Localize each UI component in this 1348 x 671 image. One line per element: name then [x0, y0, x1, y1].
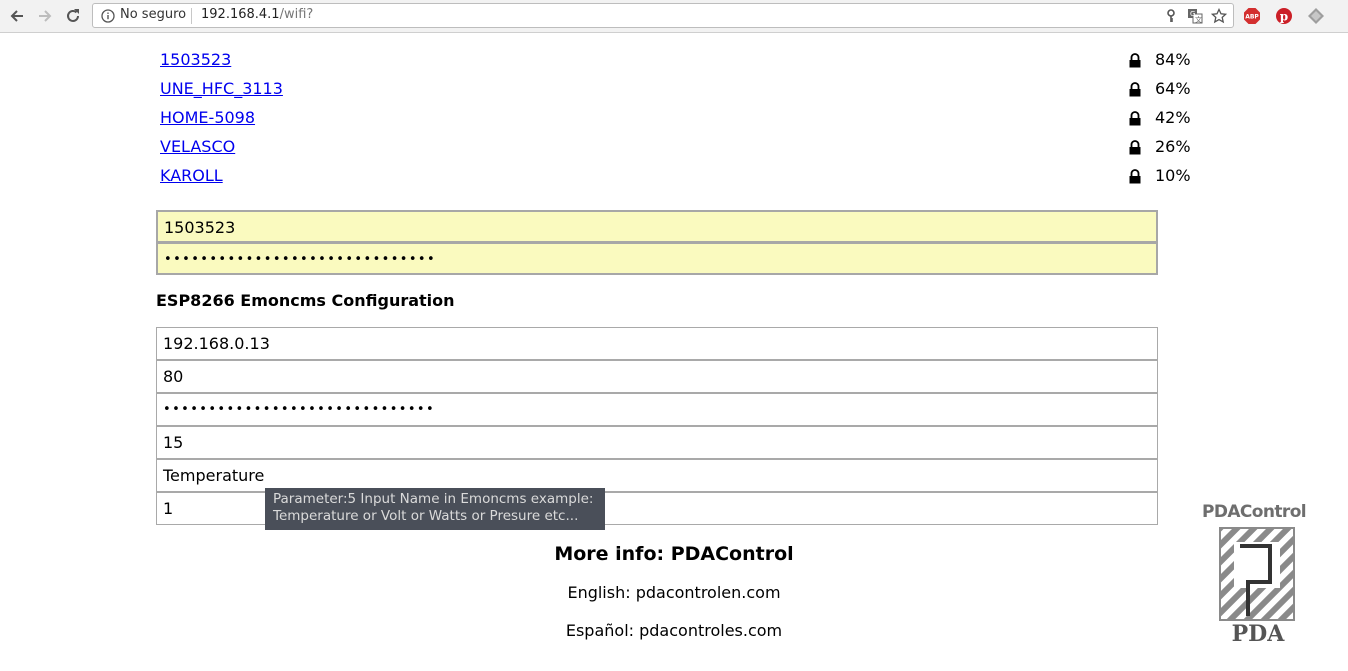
address-bar[interactable]: No seguro 192.168.4.1/wifi? G 文: [92, 3, 1234, 28]
logo-text: PDAControl: [1202, 502, 1307, 522]
adblock-icon[interactable]: ABP: [1243, 7, 1261, 25]
network-row: VELASCO 26%: [160, 137, 1192, 159]
url-text[interactable]: 192.168.4.1/wifi?: [201, 7, 313, 22]
key-icon[interactable]: [1163, 8, 1179, 24]
network-link[interactable]: UNE_HFC_3113: [160, 79, 283, 98]
omnibox-divider: [191, 8, 192, 24]
english-site-text: English: pdacontrolen.com: [567, 583, 781, 602]
signal-quality: 84%: [1155, 50, 1191, 69]
tooltip-line: Temperature or Volt or Watts or Presure …: [273, 508, 579, 524]
emoncms-apikey-input[interactable]: ••••••••••••••••••••••••••••••: [156, 393, 1158, 426]
tooltip-line: Parameter:5 Input Name in Emoncms exampl…: [273, 491, 594, 507]
info-icon[interactable]: [101, 9, 115, 23]
network-row: KAROLL 10%: [160, 166, 1192, 188]
pdacontrol-logo: PDAControl PDA: [1198, 502, 1322, 652]
signal-quality: 10%: [1155, 166, 1191, 185]
lock-icon: [1129, 53, 1141, 68]
url-host: 192.168.4.1: [201, 7, 280, 22]
emoncms-interval-input[interactable]: 15: [156, 426, 1158, 459]
extension-icon[interactable]: [1307, 7, 1325, 25]
network-link[interactable]: 1503523: [160, 50, 231, 69]
pinterest-icon[interactable]: p: [1275, 7, 1293, 25]
svg-text:PDA: PDA: [1232, 621, 1286, 647]
lock-icon: [1129, 82, 1141, 97]
translate-icon[interactable]: G 文: [1187, 8, 1203, 24]
network-link[interactable]: VELASCO: [160, 137, 235, 156]
svg-text:ABP: ABP: [1245, 14, 1259, 21]
back-arrow-icon[interactable]: [6, 5, 28, 27]
more-info-heading: More info: PDAControl: [554, 543, 794, 565]
star-icon[interactable]: [1211, 8, 1227, 24]
signal-quality: 26%: [1155, 137, 1191, 156]
spanish-site-text: Español: pdacontroles.com: [565, 621, 783, 640]
svg-text:文: 文: [1195, 15, 1202, 24]
reload-icon[interactable]: [62, 5, 84, 27]
wifi-password-input[interactable]: ••••••••••••••••••••••••••••••: [156, 242, 1158, 275]
ssid-input[interactable]: 1503523: [156, 210, 1158, 243]
lock-icon: [1129, 169, 1141, 184]
network-row: UNE_HFC_3113 64%: [160, 79, 1192, 101]
pda-logo-mark-icon: PDA: [1219, 527, 1295, 647]
signal-quality: 64%: [1155, 79, 1191, 98]
signal-quality: 42%: [1155, 108, 1191, 127]
network-row: HOME-5098 42%: [160, 108, 1192, 130]
browser-toolbar: No seguro 192.168.4.1/wifi? G 文 ABP p: [0, 0, 1348, 33]
network-row: 1503523 84%: [160, 50, 1192, 72]
lock-icon: [1129, 111, 1141, 126]
section-title: ESP8266 Emoncms Configuration: [156, 291, 455, 310]
security-label: No seguro: [120, 7, 187, 22]
lock-icon: [1129, 140, 1141, 155]
emoncms-port-input[interactable]: 80: [156, 360, 1158, 393]
url-path: /wifi?: [279, 7, 314, 22]
network-link[interactable]: HOME-5098: [160, 108, 255, 127]
emoncms-server-input[interactable]: 192.168.0.13: [156, 327, 1158, 360]
input-name-tooltip: Parameter:5 Input Name in Emoncms exampl…: [265, 488, 605, 530]
forward-arrow-icon[interactable]: [34, 5, 56, 27]
network-link[interactable]: KAROLL: [160, 166, 223, 185]
svg-text:p: p: [1280, 10, 1288, 24]
